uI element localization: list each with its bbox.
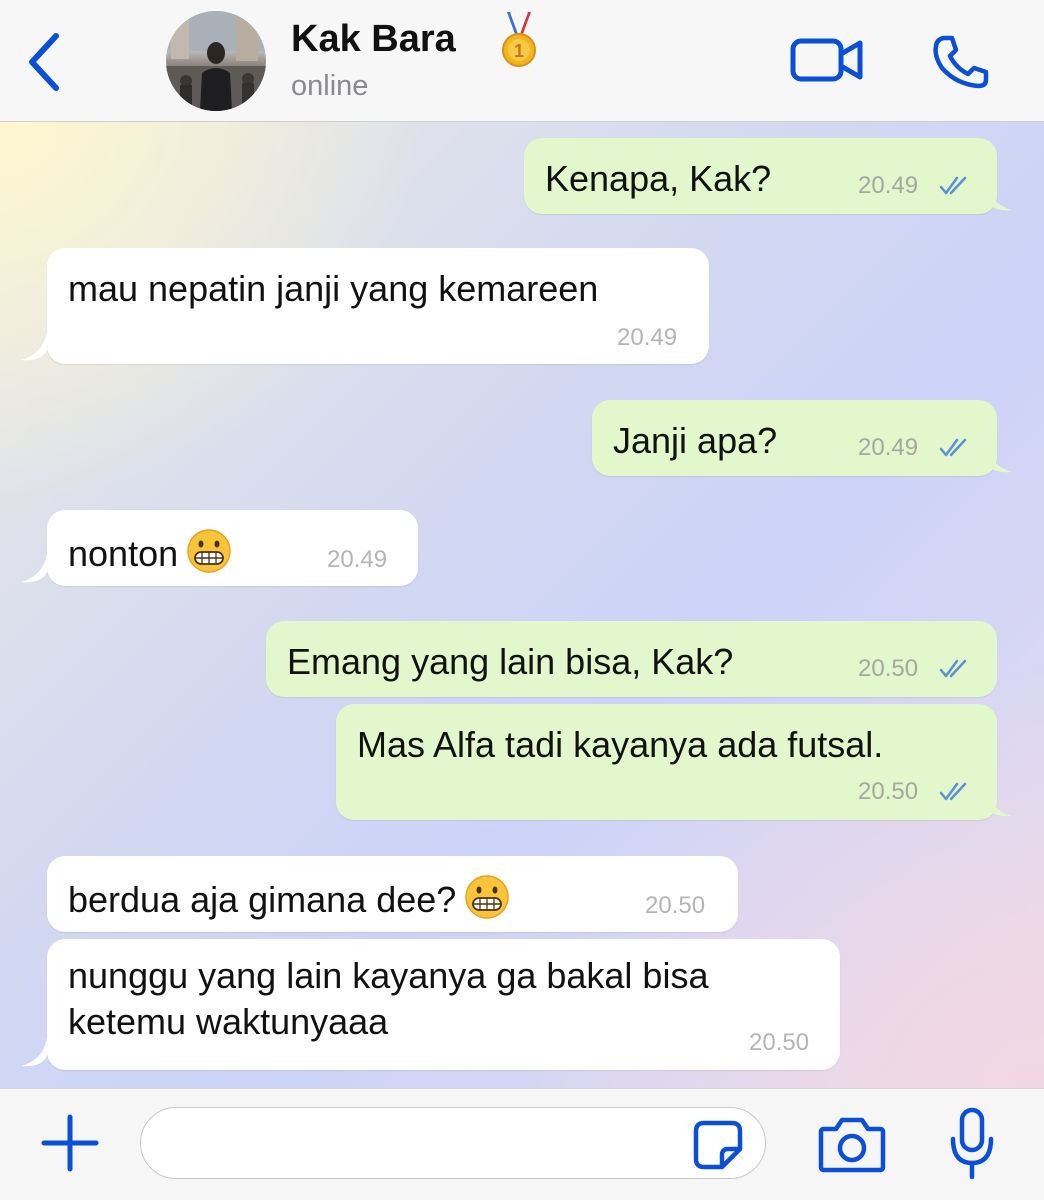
message-text-content: nonton <box>68 533 179 574</box>
message-input[interactable] <box>140 1107 766 1179</box>
message-text: Mas Alfa tadi kayanya ada futsal. <box>357 724 884 765</box>
read-receipt-icon <box>939 438 967 457</box>
message-time: 20.49 <box>617 324 678 351</box>
message-text: nunggu yang lain kayanya ga bakal bisa ke… <box>68 953 708 1045</box>
back-chevron-icon[interactable] <box>22 30 66 94</box>
message-text: Kenapa, Kak? <box>545 158 772 199</box>
contact-name[interactable]: Kak Bara <box>291 18 456 61</box>
message-list[interactable]: Kenapa, Kak? 20.49 mau nepatin janji yan… <box>0 122 1044 1088</box>
compose-bar <box>0 1088 1044 1200</box>
message-time: 20.50 <box>645 892 706 919</box>
camera-icon[interactable] <box>818 1115 886 1173</box>
contact-avatar[interactable] <box>166 11 266 111</box>
video-call-icon[interactable] <box>790 36 864 84</box>
incoming-message[interactable]: berdua aja gimana dee? 20.50 <box>47 856 738 932</box>
grimacing-face-emoji-icon <box>465 875 510 919</box>
read-receipt-icon <box>939 176 967 195</box>
read-receipt-icon <box>939 659 967 678</box>
microphone-icon[interactable] <box>948 1107 996 1181</box>
contact-status: online <box>291 70 369 102</box>
message-time: 20.50 <box>858 778 919 805</box>
message-time: 20.49 <box>858 172 919 199</box>
message-text: mau nepatin janji yang kemareen <box>68 268 599 309</box>
message-text-line: nunggu yang lain kayanya ga bakal bisa <box>68 955 709 996</box>
message-text: Emang yang lain bisa, Kak? <box>287 641 734 682</box>
message-text: nonton <box>68 528 232 577</box>
voice-call-icon[interactable] <box>930 34 990 90</box>
chat-header: Kak Bara 1 online <box>0 0 1044 122</box>
message-text-content: berdua aja gimana dee? <box>68 879 457 920</box>
outgoing-message[interactable]: Emang yang lain bisa, Kak? 20.50 <box>266 621 997 697</box>
message-time: 20.50 <box>858 655 919 682</box>
read-receipt-icon <box>939 782 967 801</box>
message-text: berdua aja gimana dee? <box>68 874 510 923</box>
outgoing-message[interactable]: Janji apa? 20.49 <box>592 400 1012 476</box>
bubble-tail-icon <box>21 332 47 361</box>
message-time: 20.50 <box>749 1029 810 1056</box>
incoming-message[interactable]: nunggu yang lain kayanya ga bakal bisa ke… <box>21 939 840 1070</box>
message-text: Janji apa? <box>613 420 778 461</box>
message-time: 20.49 <box>858 434 919 461</box>
bubble-tail-icon <box>21 1038 47 1067</box>
bubble-tail-icon <box>21 554 47 583</box>
sticker-icon[interactable] <box>692 1119 744 1171</box>
message-text-line: ketemu waktunyaaa <box>68 1001 389 1042</box>
incoming-message[interactable]: nonton 20.49 <box>21 510 418 586</box>
bubble-tail-icon <box>986 182 1012 211</box>
svg-text:1: 1 <box>514 41 524 61</box>
incoming-message[interactable]: mau nepatin janji yang kemareen 20.49 <box>21 248 709 364</box>
bubble-tail-icon <box>986 788 1012 817</box>
avatar-photo-icon <box>166 11 266 111</box>
outgoing-message[interactable]: Kenapa, Kak? 20.49 <box>524 138 1012 214</box>
first-place-medal-icon: 1 <box>502 11 536 67</box>
bubble-tail-icon <box>986 444 1012 473</box>
attach-plus-icon[interactable] <box>40 1113 100 1173</box>
grimacing-face-emoji-icon <box>187 529 231 573</box>
message-time: 20.49 <box>327 546 388 573</box>
outgoing-message[interactable]: Mas Alfa tadi kayanya ada futsal. 20.50 <box>336 704 1012 820</box>
